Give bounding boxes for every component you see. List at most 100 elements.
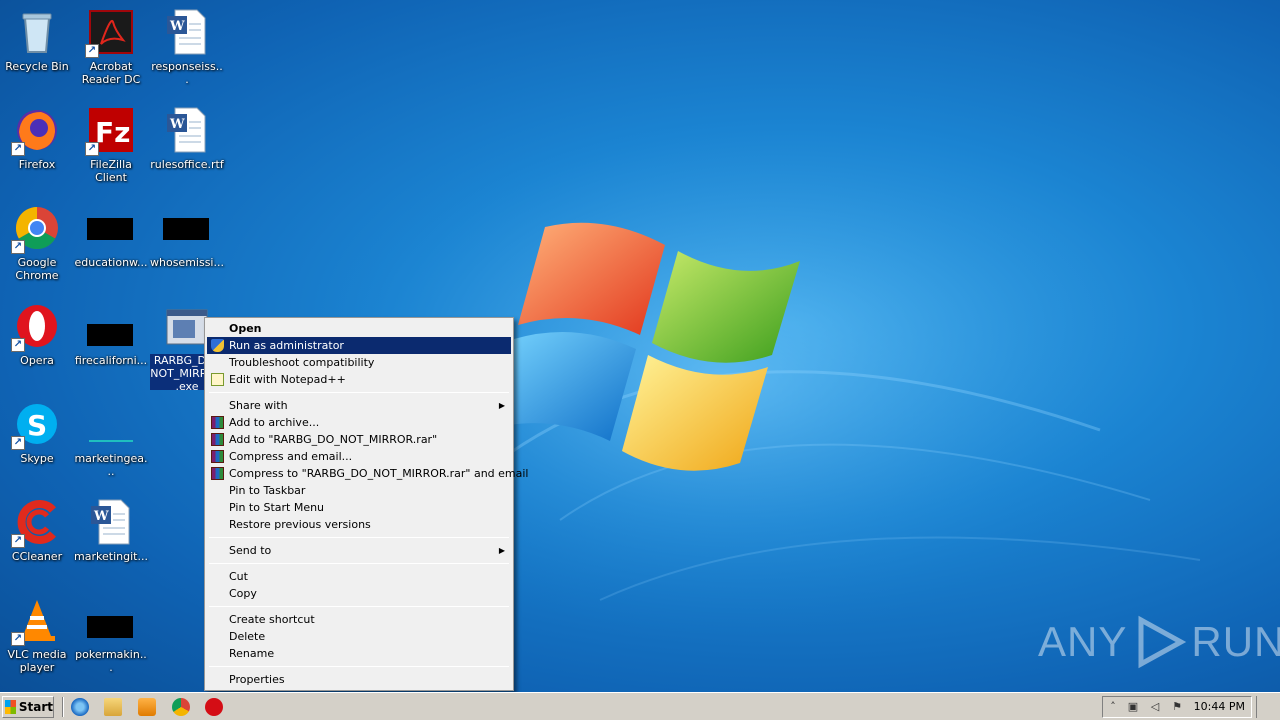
shortcut-arrow-icon: ↗ xyxy=(11,338,25,352)
ie-icon[interactable] xyxy=(71,698,89,716)
educationw-file[interactable]: educationw... xyxy=(74,200,148,292)
shortcut-arrow-icon: ↗ xyxy=(85,44,99,58)
firefox-shortcut[interactable]: ↗ Firefox xyxy=(0,102,74,194)
redacted-icon xyxy=(163,204,211,252)
firecaliforni-file[interactable]: firecaliforni... xyxy=(74,298,148,390)
volume-icon[interactable]: ◁ xyxy=(1149,701,1161,713)
menu-item-add-to-rar[interactable]: Add to "RARBG_DO_NOT_MIRROR.rar" xyxy=(207,431,511,448)
watermark-text-right: RUN xyxy=(1191,618,1280,665)
chrome-icon[interactable] xyxy=(172,698,190,716)
menu-item-run-as-administrator[interactable]: Run as administrator xyxy=(207,337,511,354)
redacted-icon xyxy=(87,596,135,644)
opera-icon: ↗ xyxy=(11,302,61,352)
menu-item-pin-to-taskbar[interactable]: Pin to Taskbar xyxy=(207,482,511,499)
start-button[interactable]: Start xyxy=(2,696,54,718)
filezilla-icon: Fz ↗ xyxy=(85,106,135,156)
menu-item-cut[interactable]: Cut xyxy=(207,568,511,585)
vlc-shortcut[interactable]: ↗ VLC media player xyxy=(0,592,74,684)
word-document-icon: W xyxy=(163,8,211,56)
menu-item-open[interactable]: Open xyxy=(207,320,511,337)
menu-item-copy[interactable]: Copy xyxy=(207,585,511,602)
media-player-icon[interactable] xyxy=(138,698,156,716)
ccleaner-icon: ↗ xyxy=(11,498,61,548)
vlc-icon: ↗ xyxy=(11,596,61,646)
desktop-icon-label: VLC media player xyxy=(7,648,67,674)
firefox-icon: ↗ xyxy=(11,106,61,156)
acrobat-reader-shortcut[interactable]: ↗ Acrobat Reader DC xyxy=(74,4,148,96)
menu-item-share-with[interactable]: Share with ▶ xyxy=(207,397,511,414)
anyrun-watermark: ANY RUN xyxy=(1038,612,1280,672)
marketingit-document[interactable]: W marketingit... xyxy=(74,494,148,586)
action-center-flag-icon[interactable]: ⚑ xyxy=(1171,701,1183,713)
desktop-icon-label: Skype xyxy=(20,452,54,465)
svg-text:W: W xyxy=(169,19,185,34)
winrar-icon xyxy=(211,433,224,446)
acrobat-icon: ↗ xyxy=(85,8,135,58)
opera-icon[interactable] xyxy=(205,698,223,716)
desktop-icon-label: Google Chrome xyxy=(15,256,59,282)
desktop-icon-label: educationw... xyxy=(74,256,148,269)
taskbar: Start ˄ ▣ ◁ ⚑ 10:44 PM xyxy=(0,692,1280,720)
explorer-icon[interactable] xyxy=(104,698,122,716)
system-tray: ˄ ▣ ◁ ⚑ 10:44 PM xyxy=(1102,696,1252,718)
responseiss-document[interactable]: W responseiss... xyxy=(150,4,224,96)
start-label: Start xyxy=(18,700,53,714)
filezilla-shortcut[interactable]: Fz ↗ FileZilla Client xyxy=(74,102,148,194)
desktop-icon-label: firecaliforni... xyxy=(74,354,148,367)
chrome-shortcut[interactable]: ↗ Google Chrome xyxy=(0,200,74,292)
menu-separator xyxy=(209,537,509,538)
submenu-arrow-icon: ▶ xyxy=(498,401,505,410)
ccleaner-shortcut[interactable]: ↗ CCleaner xyxy=(0,494,74,586)
word-document-icon: W xyxy=(87,498,135,546)
windows-flag-icon xyxy=(5,700,16,714)
menu-item-compress-to-rar-and-email[interactable]: Compress to "RARBG_DO_NOT_MIRROR.rar" an… xyxy=(207,465,529,482)
desktop-icon-label: whosemissi... xyxy=(150,256,224,269)
watermark-text-left: ANY xyxy=(1038,618,1128,665)
menu-item-add-to-archive[interactable]: Add to archive... xyxy=(207,414,511,431)
winrar-icon xyxy=(211,450,224,463)
menu-item-send-to[interactable]: Send to ▶ xyxy=(207,542,511,559)
show-desktop-button[interactable] xyxy=(1256,696,1276,718)
menu-separator xyxy=(209,563,509,564)
shortcut-arrow-icon: ↗ xyxy=(11,436,25,450)
opera-shortcut[interactable]: ↗ Opera xyxy=(0,298,74,390)
winrar-icon xyxy=(211,467,224,480)
menu-separator xyxy=(209,392,509,393)
desktop-icon-label: responseiss... xyxy=(151,60,223,86)
menu-item-pin-to-start-menu[interactable]: Pin to Start Menu xyxy=(207,499,511,516)
submenu-arrow-icon: ▶ xyxy=(498,546,505,555)
recycle-bin-shortcut[interactable]: Recycle Bin xyxy=(0,4,74,96)
desktop-icon-label: Opera xyxy=(20,354,54,367)
svg-text:W: W xyxy=(93,509,109,524)
menu-item-restore-previous-versions[interactable]: Restore previous versions xyxy=(207,516,511,533)
menu-item-edit-with-notepadpp[interactable]: Edit with Notepad++ xyxy=(207,371,511,388)
menu-item-delete[interactable]: Delete xyxy=(207,628,511,645)
desktop-icon-label: FileZilla Client xyxy=(90,158,132,184)
redaction-block xyxy=(87,616,133,638)
notepadpp-icon xyxy=(211,373,224,386)
redaction-block xyxy=(87,218,133,240)
skype-shortcut[interactable]: S ↗ Skype xyxy=(0,396,74,488)
network-icon[interactable]: ▣ xyxy=(1127,701,1139,713)
menu-separator xyxy=(209,606,509,607)
redacted-icon xyxy=(87,302,135,350)
svg-text:Fz: Fz xyxy=(95,116,130,149)
menu-item-troubleshoot-compatibility[interactable]: Troubleshoot compatibility xyxy=(207,354,511,371)
redaction-block xyxy=(87,324,133,346)
chrome-icon: ↗ xyxy=(11,204,61,254)
marketingea-file[interactable]: marketingea... xyxy=(74,396,148,488)
whosemissi-file[interactable]: whosemissi... xyxy=(150,200,224,292)
menu-item-compress-and-email[interactable]: Compress and email... xyxy=(207,448,511,465)
desktop-icon-label: marketingea... xyxy=(74,452,148,478)
taskbar-clock[interactable]: 10:44 PM xyxy=(1194,700,1245,713)
pokermakin-file[interactable]: pokermakin... xyxy=(74,592,148,684)
shortcut-arrow-icon: ↗ xyxy=(11,534,25,548)
winrar-icon xyxy=(211,416,224,429)
rulesoffice-document[interactable]: W rulesoffice.rtf xyxy=(150,102,224,194)
menu-item-create-shortcut[interactable]: Create shortcut xyxy=(207,611,511,628)
show-hidden-icons-icon[interactable]: ˄ xyxy=(1107,701,1119,713)
svg-text:S: S xyxy=(27,409,47,442)
menu-item-rename[interactable]: Rename xyxy=(207,645,511,662)
menu-item-properties[interactable]: Properties xyxy=(207,671,511,688)
desktop-icon-label: Recycle Bin xyxy=(5,60,69,73)
